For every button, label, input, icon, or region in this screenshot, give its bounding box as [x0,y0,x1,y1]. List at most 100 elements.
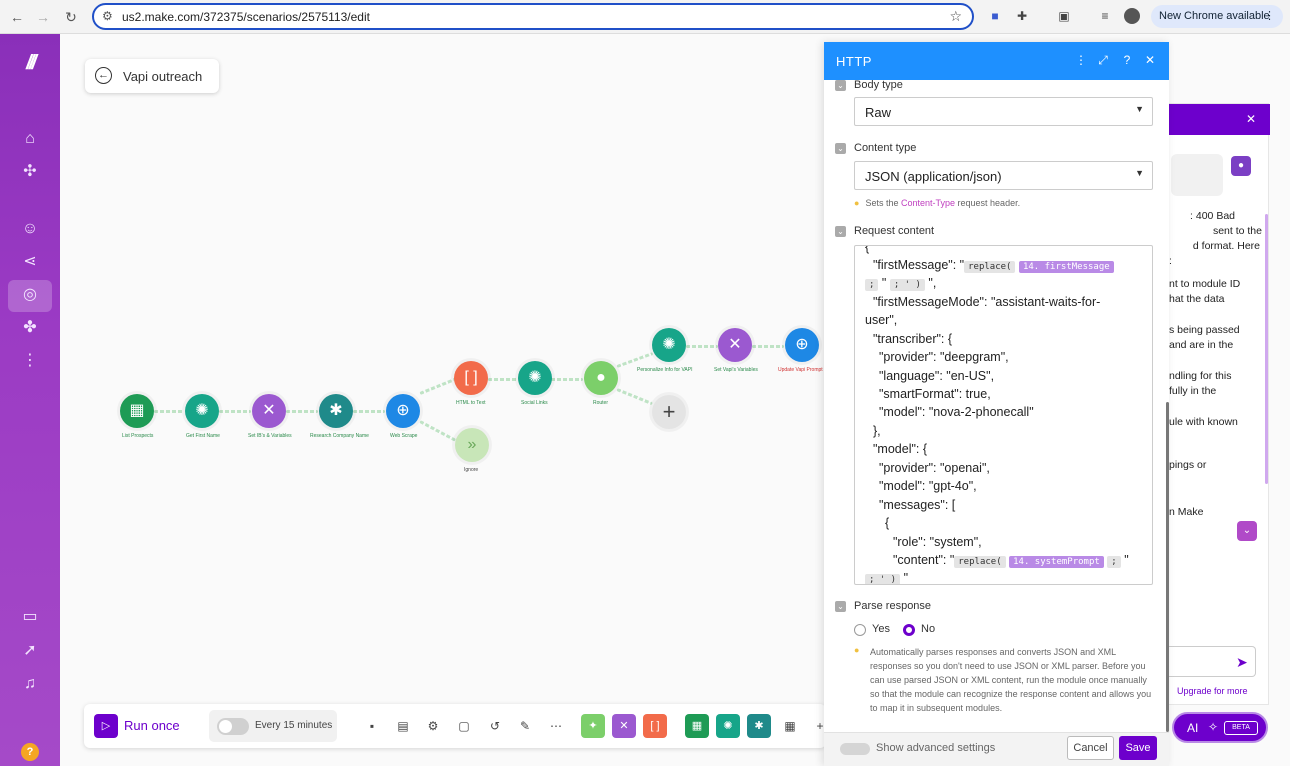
schedule-label[interactable]: Every 15 minutes [255,720,332,731]
make-logo[interactable]: /// [15,52,45,74]
upgrade-link[interactable]: Upgrade for more [1177,686,1248,696]
node-ignore[interactable]: » [455,428,489,462]
puzzle-icon[interactable]: ✚ [1014,8,1030,24]
tools-module-icon[interactable]: ✦ [581,714,605,738]
settings-gear-icon[interactable]: ⚙ [425,718,441,734]
request-content-editor[interactable]: { "firstMessage": " replace( 14. firstMes… [854,245,1153,585]
node-social-links[interactable]: ✺ [518,361,552,395]
panel-footer: Show advanced settings Cancel Save [824,732,1169,766]
body-type-select[interactable]: Raw ▼ [854,97,1153,126]
cancel-button[interactable]: Cancel [1067,736,1114,760]
add-route-button[interactable]: + [652,395,686,429]
docs-book-icon[interactable]: ▭ [18,605,42,629]
undo-icon[interactable]: ↺ [487,718,503,734]
help-icon[interactable]: ? [21,743,39,761]
node-html-to-text[interactable]: [ ] [454,361,488,395]
flow-control-icon[interactable]: ✕ [612,714,636,738]
advanced-settings-label[interactable]: Show advanced settings [876,742,995,754]
back-circle-icon[interactable]: ← [95,67,112,84]
globe-nav-icon[interactable]: ◎ [18,283,42,307]
function-pill[interactable]: ; [1107,556,1121,568]
ai-scrollbar[interactable] [1265,214,1268,484]
kebab-menu-icon[interactable]: ⋮ [1264,5,1275,28]
help-question-icon[interactable]: ? [1120,53,1134,67]
save-button[interactable]: Save [1119,736,1157,760]
sheets-module-icon[interactable]: ▦ [685,714,709,738]
bug-module-icon[interactable]: ✱ [747,714,771,738]
node-set-vapi-variables[interactable]: ✕ [718,328,752,362]
node-get-first-name[interactable]: ✺ [185,394,219,428]
variable-pill[interactable]: 14. firstMessage [1018,261,1114,273]
collapse-toggle-icon[interactable]: ⌄ [835,601,846,612]
rocket-icon[interactable]: ➚ [18,639,42,663]
notes-icon[interactable]: ▢ [456,718,472,734]
function-pill[interactable]: replace( [954,556,1006,568]
parse-yes-radio[interactable] [854,624,866,636]
expand-icon[interactable]: ⤢ [1096,53,1110,67]
node-list-prospects[interactable]: ▦ [120,394,154,428]
bell-icon[interactable]: ♫ [18,672,42,696]
more-vertical-icon[interactable]: ⋮ [18,349,42,373]
bracket-icon: [ ] [464,369,478,386]
advanced-settings-toggle[interactable] [840,743,870,755]
more-horizontal-icon[interactable]: ⋯ [548,718,564,734]
close-icon[interactable]: ✕ [1143,53,1157,67]
variable-pill[interactable]: 14. systemPrompt [1009,556,1104,568]
code-line: "transcriber": { [873,332,953,346]
node-router[interactable]: ● [584,361,618,395]
node-research-company[interactable]: ✱ [319,394,353,428]
content-type-value: JSON (application/json) [865,169,1002,184]
scenario-name[interactable]: Vapi outreach [123,69,202,84]
ai-assistant-button[interactable]: AI ✧ BETA [1172,712,1268,743]
site-settings-icon[interactable]: ⚙ [102,9,113,23]
new-chrome-badge[interactable]: New Chrome available ⋮ [1151,5,1283,28]
grid-apps-icon[interactable]: ▦ [782,718,798,734]
app-sidebar: /// ⌂ ✣ ☺ ⋖ ◎ ✤ ⋮ ▭ ➚ ♫ ? [0,34,60,766]
close-icon[interactable]: ✕ [1246,112,1256,126]
openai-module-icon[interactable]: ✺ [716,714,740,738]
send-icon[interactable]: ➤ [1236,654,1248,671]
address-bar[interactable]: ⚙ us2.make.com/372375/scenarios/2575113/… [92,3,974,30]
extension-icon[interactable]: ■ [987,8,1003,24]
forward-arrow-icon[interactable]: → [34,8,52,26]
text-parser-icon[interactable]: [ ] [643,714,667,738]
back-arrow-icon[interactable]: ← [8,8,26,26]
node-set-variables[interactable]: ✕ [252,394,286,428]
function-pill[interactable]: replace( [964,261,1016,273]
profile-avatar-icon[interactable] [1124,8,1140,24]
scroll-down-icon[interactable]: ⌄ [1237,521,1257,541]
bookmark-star-icon[interactable]: ☆ [949,8,962,25]
magic-wand-icon[interactable]: ✎ [517,718,533,734]
calendar-icon[interactable]: ▤ [395,718,411,734]
play-icon[interactable]: ▷ [94,714,118,738]
team-icon[interactable]: ☺ [18,217,42,241]
function-pill[interactable]: ; [865,279,879,291]
parse-no-radio[interactable] [903,624,915,636]
save-disk-icon[interactable]: ▪ [364,718,380,734]
node-update-vapi-prompt[interactable]: ⊕ [785,328,819,362]
share-icon[interactable]: ⋖ [18,250,42,274]
panel-scrollbar[interactable] [1166,402,1169,732]
body-type-label: Body type [854,79,903,91]
node-web-scrape[interactable]: ⊕ [386,394,420,428]
collapse-toggle-icon[interactable]: ⌄ [835,226,846,237]
media-icon[interactable]: ≡ [1097,8,1113,24]
schedule-toggle[interactable] [217,718,249,735]
schedule-control[interactable]: Every 15 minutes [209,710,337,742]
run-once-button[interactable]: Run once [124,718,180,733]
scenarios-icon[interactable]: ✣ [18,160,42,184]
apps-puzzle-icon[interactable]: ✤ [18,316,42,340]
parse-no-label[interactable]: No [921,623,935,635]
screen-capture-icon[interactable]: ▣ [1056,8,1072,24]
home-icon[interactable]: ⌂ [18,127,42,151]
function-pill[interactable]: ; ' ) [889,279,925,291]
content-type-select[interactable]: JSON (application/json) ▼ [854,161,1153,190]
function-pill[interactable]: ; ' ) [865,574,901,584]
node-personalize-info[interactable]: ✺ [652,328,686,362]
parse-yes-label[interactable]: Yes [872,623,890,635]
kebab-icon[interactable]: ⋮ [1074,53,1088,67]
code-text: " [881,276,887,290]
collapse-toggle-icon[interactable]: ⌄ [835,143,846,154]
collapse-toggle-icon[interactable]: ⌄ [835,80,846,91]
reload-icon[interactable]: ↻ [62,8,80,26]
